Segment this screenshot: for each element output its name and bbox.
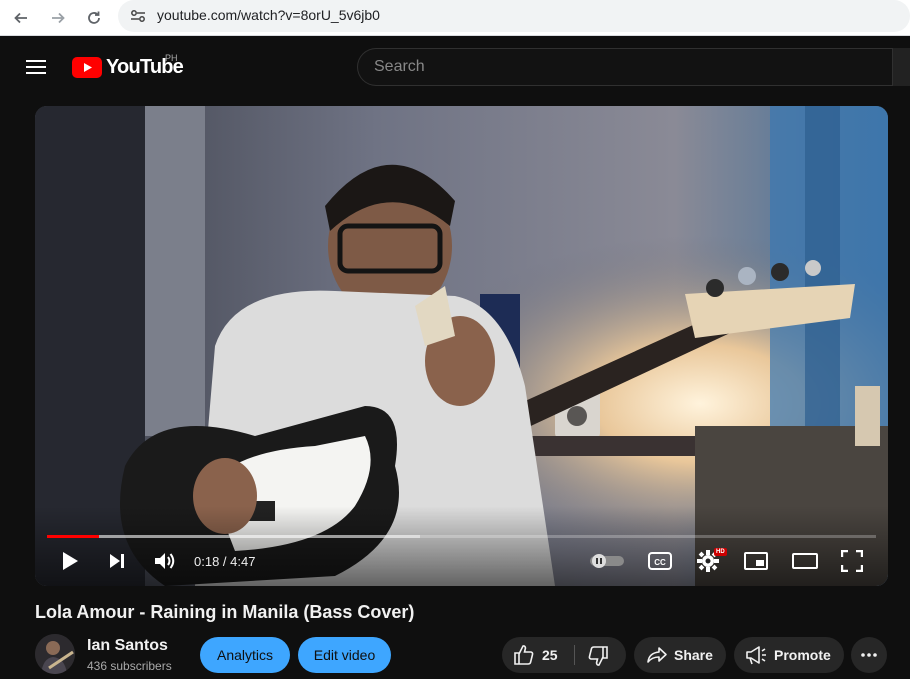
- megaphone-icon: [746, 646, 766, 665]
- progress-played: [47, 535, 100, 538]
- more-horiz-icon: [861, 653, 877, 657]
- analytics-button[interactable]: Analytics: [200, 637, 290, 673]
- country-code: PH: [165, 53, 178, 63]
- progress-bar[interactable]: [47, 535, 876, 538]
- video-player[interactable]: 0:18 / 4:47 CC HD: [35, 106, 888, 586]
- like-button[interactable]: 25: [502, 637, 574, 673]
- subscriber-count: 436 subscribers: [87, 659, 172, 673]
- fullscreen-icon: [841, 550, 863, 572]
- skip-next-icon: [110, 554, 124, 568]
- theater-mode-icon: [792, 553, 818, 569]
- share-label: Share: [674, 647, 713, 663]
- progress-buffered: [47, 535, 421, 538]
- autoplay-pause-icon: [590, 554, 624, 568]
- autoplay-toggle[interactable]: [589, 547, 625, 575]
- search-box[interactable]: Search: [357, 48, 910, 86]
- like-dislike-group: 25: [502, 637, 626, 673]
- play-button[interactable]: [55, 547, 85, 575]
- reload-button[interactable]: [81, 5, 107, 31]
- play-icon: [63, 552, 78, 570]
- cc-label: CC: [654, 558, 666, 567]
- forward-button[interactable]: [45, 5, 71, 31]
- volume-icon: [155, 553, 175, 569]
- fullscreen-button[interactable]: [837, 547, 867, 575]
- tune-icon: [131, 10, 145, 22]
- guide-menu-button[interactable]: [18, 52, 54, 82]
- thumbs-down-icon: [588, 646, 608, 666]
- share-icon: [647, 647, 667, 663]
- browser-toolbar: youtube.com/watch?v=8orU_5v6jb0: [0, 0, 910, 36]
- more-actions-button[interactable]: [851, 637, 887, 673]
- avatar[interactable]: [35, 634, 75, 674]
- back-arrow-icon: [14, 12, 27, 24]
- reload-icon: [88, 11, 100, 24]
- back-button[interactable]: [8, 5, 34, 31]
- thumbs-up-icon: [514, 645, 534, 665]
- edit-video-button[interactable]: Edit video: [298, 637, 391, 673]
- captions-button[interactable]: CC: [645, 547, 675, 575]
- like-count: 25: [542, 647, 558, 663]
- hd-badge: HD: [714, 548, 727, 556]
- share-button[interactable]: Share: [634, 637, 726, 673]
- video-title: Lola Amour - Raining in Manila (Bass Cov…: [35, 602, 415, 622]
- miniplayer-icon: [744, 552, 768, 570]
- masthead: YouTube PH Search: [0, 36, 910, 98]
- forward-arrow-icon: [52, 12, 65, 24]
- promote-button[interactable]: Promote: [734, 637, 844, 673]
- miniplayer-button[interactable]: [741, 547, 771, 575]
- search-input[interactable]: Search: [374, 58, 425, 76]
- url-text[interactable]: youtube.com/watch?v=8orU_5v6jb0: [157, 7, 380, 23]
- theater-mode-button[interactable]: [789, 547, 821, 575]
- next-button[interactable]: [102, 547, 132, 575]
- youtube-play-logo-icon: [72, 56, 102, 78]
- captions-icon: CC: [648, 552, 672, 570]
- hamburger-icon: [26, 60, 46, 74]
- dislike-button[interactable]: [575, 637, 626, 673]
- search-button[interactable]: [892, 48, 910, 86]
- site-info-button[interactable]: [125, 5, 151, 27]
- volume-button[interactable]: [150, 547, 180, 575]
- channel-name[interactable]: Ian Santos: [87, 637, 168, 655]
- promote-label: Promote: [774, 647, 831, 663]
- time-display: 0:18 / 4:47: [194, 554, 256, 569]
- channel-avatar-image: [35, 634, 75, 674]
